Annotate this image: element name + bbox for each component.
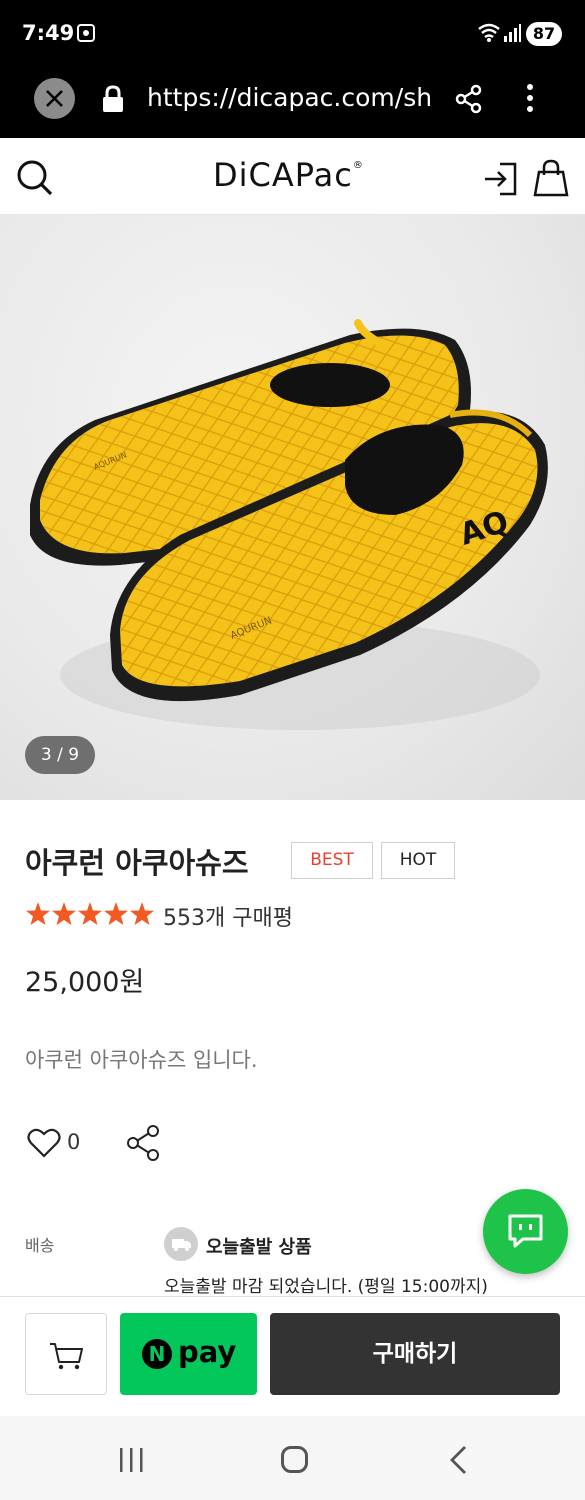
back-icon[interactable] (449, 1445, 469, 1475)
npay-n-logo: N (142, 1339, 172, 1369)
review-count-link[interactable]: 553개 구매평 (163, 900, 293, 932)
star-icon (104, 902, 128, 925)
rating-stars (26, 902, 154, 925)
share-icon[interactable] (454, 84, 484, 114)
shipping-label: 배송 (25, 1236, 55, 1255)
login-icon[interactable] (482, 160, 520, 198)
product-image: AQURUN AQURUN AQ (30, 319, 548, 730)
cart-icon (50, 1343, 83, 1370)
home-icon[interactable] (281, 1446, 308, 1473)
search-icon[interactable] (15, 158, 55, 198)
cart-button[interactable] (25, 1313, 107, 1395)
image-counter: 3 / 9 (25, 736, 95, 774)
shipping-badge: 오늘출발 상품 (206, 1237, 312, 1258)
signal-icon (504, 24, 521, 42)
lock-icon (103, 85, 123, 112)
chat-icon (508, 1214, 543, 1248)
site-header: DiCAPac® (0, 138, 585, 215)
shopping-bag-icon[interactable] (532, 158, 570, 198)
truck-icon (164, 1227, 198, 1261)
product-image-gallery[interactable]: AQURUN AQURUN AQ 3 / 9 (0, 215, 585, 800)
recent-apps-icon[interactable] (118, 1446, 146, 1474)
url-text[interactable]: https://dicapac.com/sh (147, 83, 432, 112)
status-bar: 7:49 87 (0, 0, 585, 66)
close-tab-button[interactable] (34, 78, 75, 119)
npay-button[interactable]: N pay (120, 1313, 257, 1395)
status-time: 7:49 (22, 21, 75, 45)
share-icon[interactable] (125, 1124, 163, 1162)
star-icon (52, 902, 76, 925)
browser-toolbar: https://dicapac.com/sh (0, 66, 585, 138)
more-options-icon[interactable] (518, 82, 542, 114)
star-icon (130, 902, 154, 925)
star-icon (78, 902, 102, 925)
shipping-note: 오늘출발 마감 되었습니다. (평일 15:00까지) (164, 1277, 488, 1297)
purchase-bar: N pay 구매하기 (0, 1296, 585, 1416)
battery-indicator: 87 (526, 22, 562, 46)
chat-button[interactable] (483, 1189, 568, 1274)
system-nav-bar (0, 1416, 585, 1500)
product-title: 아쿠런 아쿠아슈즈 (25, 846, 249, 880)
hot-badge: HOT (381, 842, 455, 879)
close-icon (46, 90, 63, 107)
best-badge: BEST (291, 842, 373, 879)
product-price: 25,000원 (25, 967, 145, 998)
wifi-icon (478, 23, 500, 42)
site-logo[interactable]: DiCAPac® (213, 156, 364, 194)
registered-mark: ® (352, 160, 364, 171)
star-icon (26, 902, 50, 925)
buy-button[interactable]: 구매하기 (270, 1313, 560, 1395)
logo-text: DiCAPac (213, 156, 353, 194)
screen-record-icon (77, 24, 95, 42)
like-count: 0 (67, 1130, 81, 1154)
heart-icon[interactable] (27, 1127, 61, 1159)
npay-label: pay (178, 1335, 237, 1369)
product-description: 아쿠런 아쿠아슈즈 입니다. (25, 1048, 258, 1072)
